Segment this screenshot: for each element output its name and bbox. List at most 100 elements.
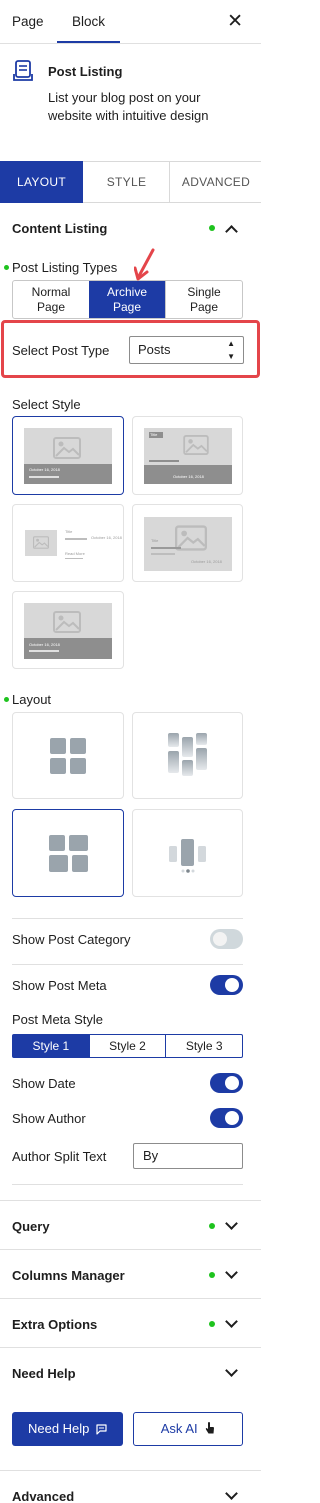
panel-extra-options[interactable]: Extra Options: [12, 1317, 97, 1332]
type-single-page[interactable]: Single Page: [165, 281, 242, 318]
status-dot: [209, 1223, 215, 1229]
thumbnail-date: October 16, 2018: [91, 535, 122, 540]
style-option-1[interactable]: October 16, 2018: [12, 416, 124, 495]
block-title: Post Listing: [48, 64, 123, 79]
meta-style-3[interactable]: Style 3: [165, 1035, 242, 1057]
option-line: Page: [36, 300, 66, 314]
thumbnail-title: Title: [65, 529, 73, 534]
status-dot: [4, 697, 9, 702]
post-type-select[interactable]: Posts ▲ ▼: [129, 336, 244, 364]
meta-style-1[interactable]: Style 1: [13, 1035, 89, 1057]
show-author-label: Show Author: [12, 1111, 86, 1126]
content-listing-title[interactable]: Content Listing: [12, 221, 107, 236]
thumbnail-date: October 16, 2018: [29, 467, 60, 472]
status-dot: [209, 1272, 215, 1278]
toggle-knob: [225, 1111, 239, 1125]
carousel-layout-icon: [169, 839, 206, 873]
thumbnail-line: [65, 558, 83, 559]
option-line: Archive: [106, 285, 147, 299]
show-post-meta-label: Show Post Meta: [12, 978, 107, 993]
chevron-up-icon[interactable]: [225, 225, 238, 238]
post-type-select-value: Posts: [138, 342, 171, 357]
option-line: Page: [112, 300, 142, 314]
post-listing-icon: [13, 60, 33, 81]
thumbnail-date: October 16, 2018: [29, 642, 60, 647]
type-archive-page[interactable]: Archive Page: [89, 281, 165, 318]
show-author-toggle[interactable]: [210, 1108, 243, 1128]
panel-query[interactable]: Query: [12, 1219, 50, 1234]
thumbnail-title: Title: [151, 538, 159, 543]
masonry-layout-icon: [168, 733, 207, 776]
thumbnail-line: [149, 460, 179, 462]
settings-tabs: LAYOUT STYLE ADVANCED: [0, 161, 261, 203]
thumbnail-line: [151, 553, 175, 555]
layout-label: Layout: [12, 692, 52, 707]
divider: [0, 1298, 261, 1299]
close-icon[interactable]: ✕: [227, 10, 243, 33]
toggle-knob: [225, 978, 239, 992]
chevron-down-icon[interactable]: [225, 1364, 238, 1377]
style-option-5[interactable]: October 16, 2018: [12, 591, 124, 669]
status-dot: [4, 265, 9, 270]
option-line: Single: [187, 285, 221, 299]
select-post-type-label: Select Post Type: [12, 343, 110, 358]
layout-masonry-option[interactable]: [132, 712, 243, 799]
divider: [0, 1249, 261, 1250]
chevron-down-icon[interactable]: [225, 1315, 238, 1328]
type-normal-page[interactable]: Normal Page: [13, 281, 89, 318]
tab-page[interactable]: Page: [12, 14, 44, 29]
image-icon: [33, 536, 49, 549]
style-option-3[interactable]: Title October 16, 2018 Read More: [12, 504, 124, 582]
show-post-meta-toggle[interactable]: [210, 975, 243, 995]
sidebar-header: Page Block ✕: [0, 0, 261, 44]
layout-grid-option[interactable]: [12, 712, 124, 799]
style-option-2[interactable]: Title October 16, 2018: [132, 416, 243, 495]
post-listing-types-label: Post Listing Types: [12, 260, 118, 275]
panel-need-help[interactable]: Need Help: [12, 1366, 76, 1381]
chevron-down-icon[interactable]: [225, 1217, 238, 1230]
status-dot: [209, 1321, 215, 1327]
thumbnail-title: Title: [150, 432, 158, 437]
need-help-button-label: Need Help: [27, 1421, 90, 1436]
chevron-down-icon[interactable]: [225, 1266, 238, 1279]
active-tab-indicator: [57, 41, 120, 43]
meta-style-2[interactable]: Style 2: [88, 1035, 166, 1057]
status-dot: [209, 225, 215, 231]
tab-block[interactable]: Block: [72, 14, 105, 29]
author-split-text-label: Author Split Text: [12, 1149, 107, 1164]
image-icon: [53, 437, 81, 459]
divider: [0, 1347, 261, 1348]
image-icon: [53, 611, 81, 633]
show-post-category-label: Show Post Category: [12, 932, 131, 947]
option-line: Normal: [31, 285, 71, 299]
option-line: Page: [189, 300, 219, 314]
divider: [12, 1184, 243, 1185]
tab-style[interactable]: STYLE: [84, 162, 170, 203]
tab-advanced[interactable]: ADVANCED: [171, 162, 261, 203]
author-split-text-input[interactable]: By: [133, 1143, 243, 1169]
layout-carousel-option[interactable]: [132, 809, 243, 897]
divider: [0, 1470, 261, 1471]
style-option-4[interactable]: Title October 16, 2018: [132, 504, 243, 582]
divider: [12, 918, 243, 919]
panel-advanced[interactable]: Advanced: [12, 1489, 74, 1503]
chevron-down-icon[interactable]: [225, 1487, 238, 1500]
annotation-arrow-icon: [134, 248, 155, 281]
thumbnail-line: [65, 538, 87, 540]
select-arrows-icon: ▲ ▼: [227, 339, 235, 361]
block-description: List your blog post on your website with…: [48, 90, 209, 123]
post-listing-types-control: Normal Page Archive Page Single Page: [12, 280, 243, 319]
tab-layout[interactable]: LAYOUT: [0, 161, 83, 203]
post-meta-style-control: Style 1 Style 2 Style 3: [12, 1034, 243, 1058]
show-date-toggle[interactable]: [210, 1073, 243, 1093]
need-help-button[interactable]: Need Help: [12, 1412, 123, 1446]
thumbnail-date: October 16, 2018: [191, 559, 222, 564]
layout-metro-option[interactable]: [12, 809, 124, 897]
ask-ai-button[interactable]: Ask AI: [133, 1412, 243, 1446]
divider: [0, 1200, 261, 1201]
thumbnail-read-more: Read More: [65, 551, 85, 556]
chat-icon: [96, 1424, 107, 1435]
panel-columns-manager[interactable]: Columns Manager: [12, 1268, 125, 1283]
show-post-category-toggle[interactable]: [210, 929, 243, 949]
ask-ai-button-label: Ask AI: [160, 1421, 198, 1436]
